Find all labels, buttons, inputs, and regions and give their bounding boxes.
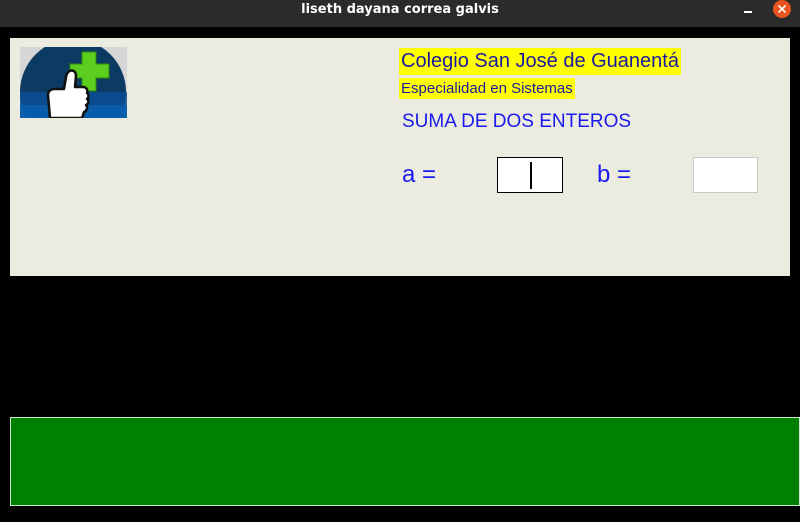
result-panel xyxy=(10,417,800,506)
label-b: b = xyxy=(597,161,632,188)
minimize-icon xyxy=(744,11,752,13)
specialty-label: Especialidad en Sistemas xyxy=(399,78,575,99)
label-a: a = xyxy=(402,161,437,188)
text-caret xyxy=(530,162,532,189)
input-a[interactable] xyxy=(497,157,563,193)
minimize-button[interactable] xyxy=(738,2,758,18)
logo xyxy=(20,47,127,118)
window-titlebar[interactable]: liseth dayana correa galvis xyxy=(0,0,800,27)
school-name: Colegio San José de Guanentá xyxy=(399,48,681,75)
app-panel: Colegio San José de Guanentá Especialida… xyxy=(10,38,790,276)
window-title: liseth dayana correa galvis xyxy=(301,2,499,17)
thumbs-up-plus-icon xyxy=(20,47,127,118)
input-b[interactable] xyxy=(693,157,758,193)
close-icon xyxy=(778,5,786,13)
close-button[interactable] xyxy=(773,0,791,18)
page-title: SUMA DE DOS ENTEROS xyxy=(402,111,632,132)
